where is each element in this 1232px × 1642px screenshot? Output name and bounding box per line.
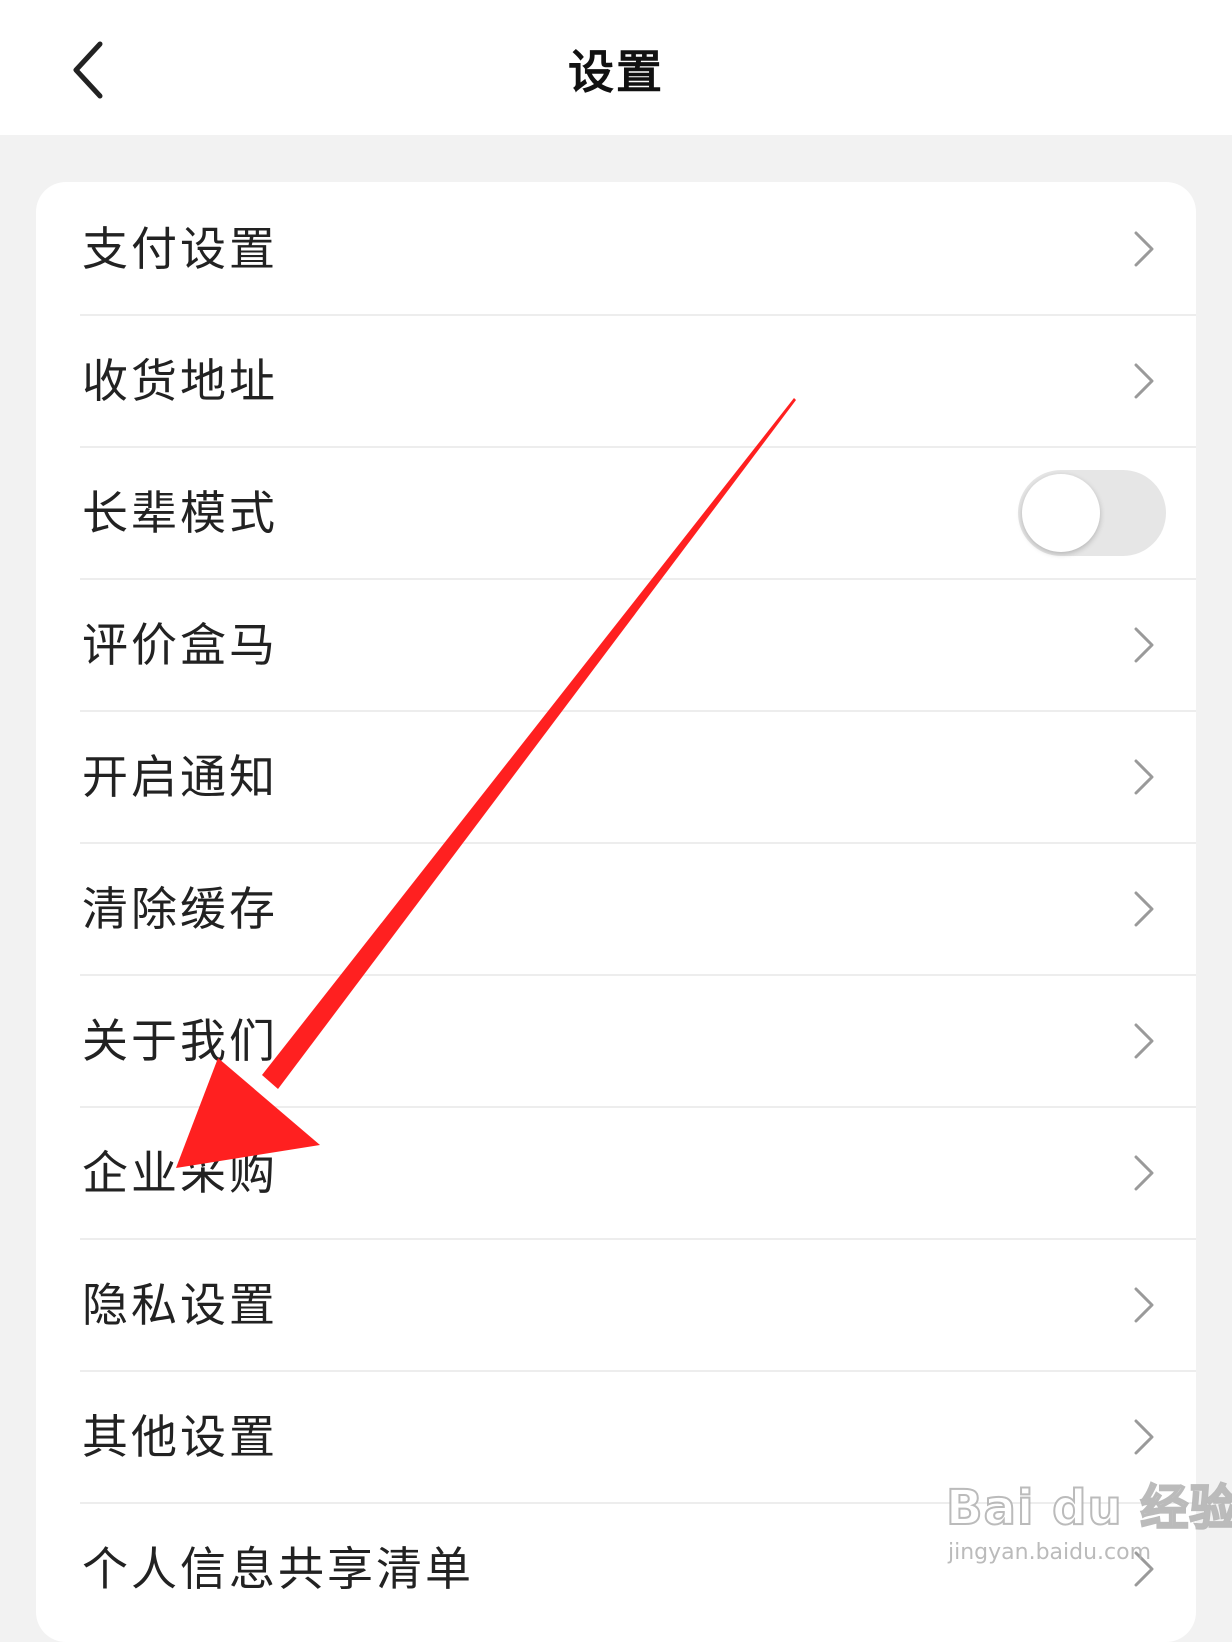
settings-list: 支付设置 收货地址 长辈模式 评价盒马 开启通知 清除缓存 关于我们 企业采购: [36, 182, 1196, 1642]
settings-item-label: 隐私设置: [82, 1278, 278, 1332]
page-title: 设置: [568, 45, 664, 99]
chevron-right-icon: [1134, 1023, 1154, 1059]
settings-item-label: 开启通知: [82, 750, 278, 804]
settings-item-enterprise-purchase[interactable]: 企业采购: [36, 1106, 1196, 1240]
settings-item-address[interactable]: 收货地址: [36, 314, 1196, 448]
settings-item-label: 企业采购: [82, 1146, 278, 1200]
navigation-bar: 设置: [0, 0, 1232, 135]
settings-item-label: 长辈模式: [82, 486, 278, 540]
elder-mode-toggle[interactable]: [1018, 470, 1166, 556]
chevron-right-icon: [1134, 891, 1154, 927]
settings-item-label: 个人信息共享清单: [82, 1542, 474, 1596]
settings-item-privacy[interactable]: 隐私设置: [36, 1238, 1196, 1372]
chevron-right-icon: [1134, 231, 1154, 267]
settings-item-label: 支付设置: [82, 222, 278, 276]
settings-item-other[interactable]: 其他设置: [36, 1370, 1196, 1504]
settings-item-label: 关于我们: [82, 1014, 278, 1068]
settings-item-data-sharing-list[interactable]: 个人信息共享清单: [36, 1502, 1196, 1636]
settings-item-rate-app[interactable]: 评价盒马: [36, 578, 1196, 712]
settings-item-payment[interactable]: 支付设置: [36, 182, 1196, 316]
settings-item-clear-cache[interactable]: 清除缓存: [36, 842, 1196, 976]
chevron-right-icon: [1134, 759, 1154, 795]
settings-item-label: 清除缓存: [82, 882, 278, 936]
settings-item-label: 其他设置: [82, 1410, 278, 1464]
chevron-right-icon: [1134, 1551, 1154, 1587]
settings-item-label: 收货地址: [82, 354, 278, 408]
toggle-knob: [1022, 474, 1100, 552]
settings-item-label: 评价盒马: [82, 618, 278, 672]
settings-item-notifications[interactable]: 开启通知: [36, 710, 1196, 844]
chevron-right-icon: [1134, 627, 1154, 663]
chevron-right-icon: [1134, 1419, 1154, 1455]
chevron-right-icon: [1134, 1155, 1154, 1191]
chevron-right-icon: [1134, 363, 1154, 399]
settings-item-about-us[interactable]: 关于我们: [36, 974, 1196, 1108]
settings-item-elder-mode: 长辈模式: [36, 446, 1196, 580]
chevron-right-icon: [1134, 1287, 1154, 1323]
